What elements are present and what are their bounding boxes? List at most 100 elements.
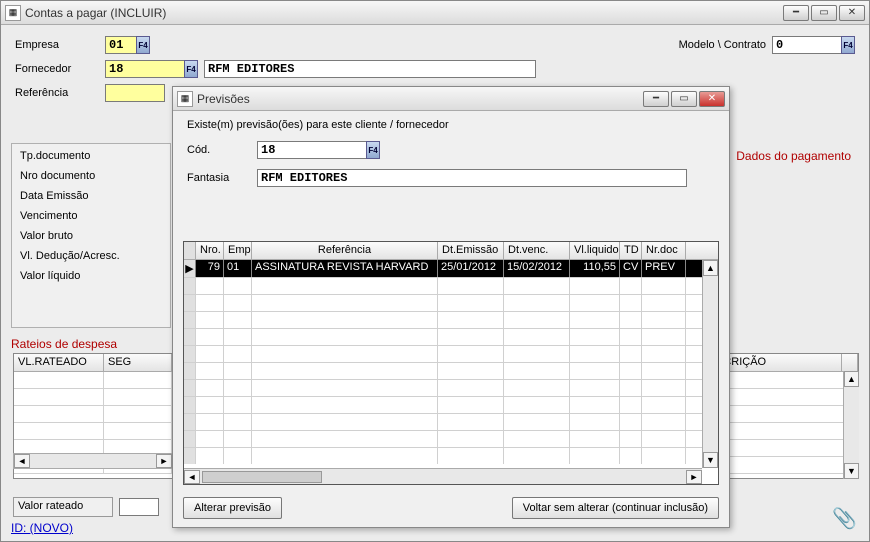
table-row[interactable] (184, 430, 718, 447)
modal-close-button[interactable]: ✕ (699, 91, 725, 107)
scroll-right-icon[interactable]: ► (686, 470, 702, 484)
modal-message: Existe(m) previsão(ões) para este client… (187, 119, 449, 131)
scroll-down-icon[interactable]: ▼ (703, 452, 718, 468)
table-row[interactable] (184, 362, 718, 379)
attachment-icon[interactable]: 📎 (832, 506, 857, 531)
cod-input[interactable]: 18 (257, 141, 367, 159)
table-row[interactable] (14, 372, 172, 389)
modal-minimize-button[interactable]: ━ (643, 91, 669, 107)
row-selector-icon: ▶ (184, 260, 196, 277)
col-td[interactable]: TD (620, 242, 642, 259)
app-icon: ▦ (5, 5, 21, 21)
modal-maximize-button[interactable]: ▭ (671, 91, 697, 107)
table-row[interactable] (712, 440, 858, 457)
table-row[interactable] (14, 389, 172, 406)
vencimento-label: Vencimento (20, 210, 162, 222)
dialog-icon: ▦ (177, 91, 193, 107)
fantasia-label: Fantasia (187, 172, 257, 184)
table-row[interactable] (184, 294, 718, 311)
fornecedor-nome-input[interactable]: RFM EDITORES (204, 60, 536, 78)
cod-lookup-icon[interactable]: F4 (366, 141, 380, 159)
col-nr-doc[interactable]: Nr.doc (642, 242, 686, 259)
table-row[interactable] (14, 423, 172, 440)
table-row[interactable] (14, 406, 172, 423)
col-dt-venc[interactable]: Dt.venc. (504, 242, 570, 259)
scroll-left-icon[interactable]: ◄ (184, 470, 200, 484)
modal-titlebar: ▦ Previsões ━ ▭ ✕ (173, 87, 729, 111)
col-dt-emissao[interactable]: Dt.Emissão (438, 242, 504, 259)
id-link[interactable]: ID: (NOVO) (11, 521, 73, 535)
modal-content: Existe(m) previsão(ões) para este client… (173, 111, 729, 527)
valor-rateado-value[interactable] (119, 498, 159, 516)
col-nro[interactable]: Nro. (196, 242, 224, 259)
table-row[interactable] (712, 389, 858, 406)
cell-dt-emissao: 25/01/2012 (438, 260, 504, 277)
col-seg[interactable]: SEG (104, 354, 172, 371)
data-emissao-label: Data Emissão (20, 190, 162, 202)
nro-documento-label: Nro documento (20, 170, 162, 182)
fantasia-input[interactable]: RFM EDITORES (257, 169, 687, 187)
cod-label: Cód. (187, 144, 257, 156)
cell-nro: 79 (196, 260, 224, 277)
empresa-label: Empresa (15, 39, 105, 51)
referencia-input[interactable] (105, 84, 165, 102)
rateios-hscroll[interactable]: ◄ ► (13, 453, 173, 469)
table-row[interactable] (184, 413, 718, 430)
table-row[interactable] (184, 311, 718, 328)
voltar-sem-alterar-button[interactable]: Voltar sem alterar (continuar inclusão) (512, 497, 719, 519)
row-selector-header (184, 242, 196, 259)
close-button[interactable]: ✕ (839, 5, 865, 21)
contrato-input[interactable]: 0 (772, 36, 842, 54)
right-grid-vscroll[interactable]: ▲ ▼ (843, 371, 859, 479)
maximize-button[interactable]: ▭ (811, 5, 837, 21)
cell-referencia: ASSINATURA REVISTA HARVARD (252, 260, 438, 277)
valor-rateado-label: Valor rateado (13, 497, 113, 517)
cell-nr-doc: PREV (642, 260, 686, 277)
table-row[interactable] (184, 328, 718, 345)
cell-dt-venc: 15/02/2012 (504, 260, 570, 277)
minimize-button[interactable]: ━ (783, 5, 809, 21)
empresa-lookup-icon[interactable]: F4 (136, 36, 150, 54)
fornecedor-lookup-icon[interactable]: F4 (184, 60, 198, 78)
table-row[interactable] (184, 447, 718, 464)
fornecedor-label: Fornecedor (15, 63, 105, 75)
tp-documento-label: Tp.documento (20, 150, 162, 162)
col-emp[interactable]: Emp (224, 242, 252, 259)
col-vl-liquido[interactable]: Vl.liquido (570, 242, 620, 259)
scroll-thumb[interactable] (202, 471, 322, 483)
cell-emp: 01 (224, 260, 252, 277)
col-vl-rateado[interactable]: VL.RATEADO (14, 354, 104, 371)
table-row[interactable] (712, 406, 858, 423)
col-descricao-frag[interactable]: SCRIÇÃO (712, 354, 842, 371)
cell-vl-liquido: 110,55 (570, 260, 620, 277)
scroll-down-icon[interactable]: ▼ (844, 463, 859, 479)
table-row[interactable] (712, 457, 858, 474)
table-row[interactable] (184, 379, 718, 396)
dados-pagamento-label: Dados do pagamento (736, 149, 851, 163)
previsoes-grid[interactable]: Nro. Emp Referência Dt.Emissão Dt.venc. … (183, 241, 719, 485)
right-grid-fragment[interactable]: SCRIÇÃO (711, 353, 859, 479)
contrato-lookup-icon[interactable]: F4 (841, 36, 855, 54)
col-referencia[interactable]: Referência (252, 242, 438, 259)
table-row[interactable] (712, 423, 858, 440)
grid-vscroll[interactable]: ▲ ▼ (702, 260, 718, 468)
doc-info-box: Tp.documento Nro documento Data Emissão … (11, 143, 171, 328)
table-row[interactable] (184, 277, 718, 294)
referencia-label: Referência (15, 87, 105, 99)
previsoes-dialog: ▦ Previsões ━ ▭ ✕ Existe(m) previsão(ões… (172, 86, 730, 528)
fornecedor-input[interactable]: 18 (105, 60, 185, 78)
table-row[interactable] (184, 345, 718, 362)
scroll-left-icon[interactable]: ◄ (14, 454, 30, 468)
grid-hscroll[interactable]: ◄ ► (184, 468, 702, 484)
empresa-input[interactable]: 01 (105, 36, 137, 54)
alterar-previsao-button[interactable]: Alterar previsão (183, 497, 282, 519)
scroll-right-icon[interactable]: ► (156, 454, 172, 468)
modelo-contrato-label: Modelo \ Contrato (679, 39, 766, 51)
table-row[interactable] (712, 372, 858, 389)
scroll-up-icon[interactable]: ▲ (703, 260, 718, 276)
table-row[interactable]: ▶ 79 01 ASSINATURA REVISTA HARVARD 25/01… (184, 260, 718, 277)
table-row[interactable] (184, 396, 718, 413)
rateios-despesa-label: Rateios de despesa (11, 337, 117, 351)
scroll-up-icon[interactable]: ▲ (844, 371, 859, 387)
valor-bruto-label: Valor bruto (20, 230, 162, 242)
